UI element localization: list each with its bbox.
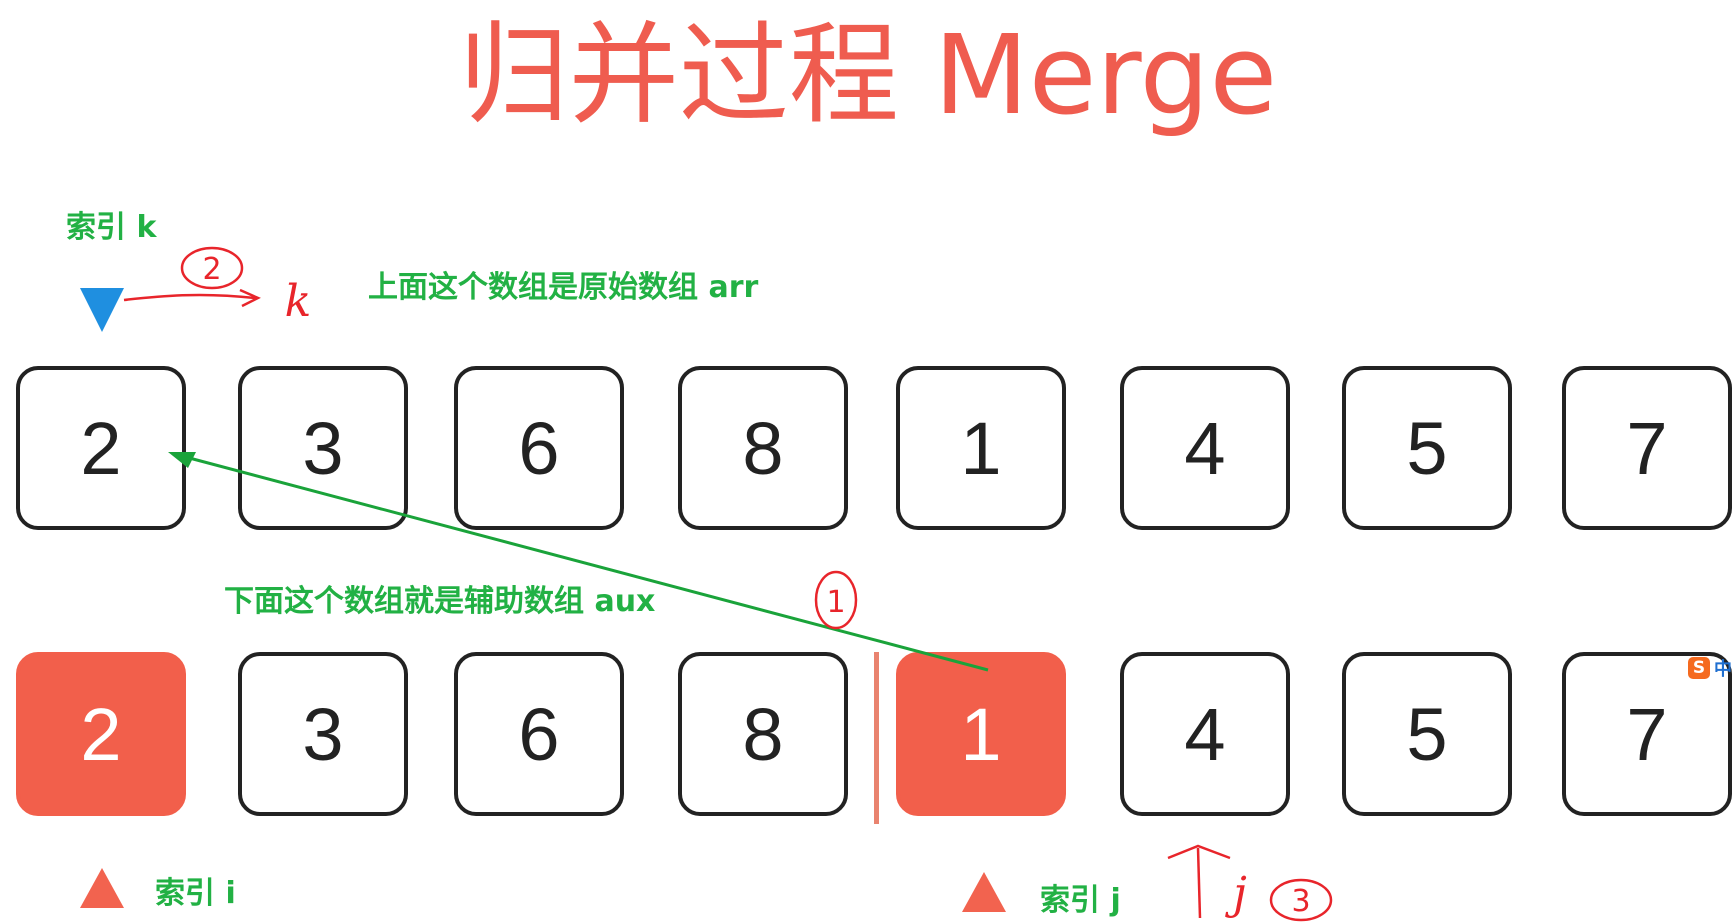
copy-arrow bbox=[177, 453, 989, 672]
copy-arrowhead bbox=[168, 452, 196, 468]
ime-mode: 中 bbox=[1714, 659, 1732, 680]
step-2-text: 2 bbox=[202, 252, 221, 287]
k-move-arrow bbox=[123, 293, 256, 302]
step-3-text: 3 bbox=[1291, 884, 1310, 919]
ime-indicator[interactable]: S 中 bbox=[1688, 655, 1736, 681]
step-1-text: 1 bbox=[826, 585, 845, 620]
ime-logo-icon: S bbox=[1688, 657, 1710, 679]
j-mark: j bbox=[1224, 868, 1247, 919]
j-move-arrow bbox=[1196, 847, 1202, 919]
annotation-layer: 2 k 1 j 3 bbox=[123, 246, 1333, 922]
k-mark: k bbox=[285, 276, 312, 327]
